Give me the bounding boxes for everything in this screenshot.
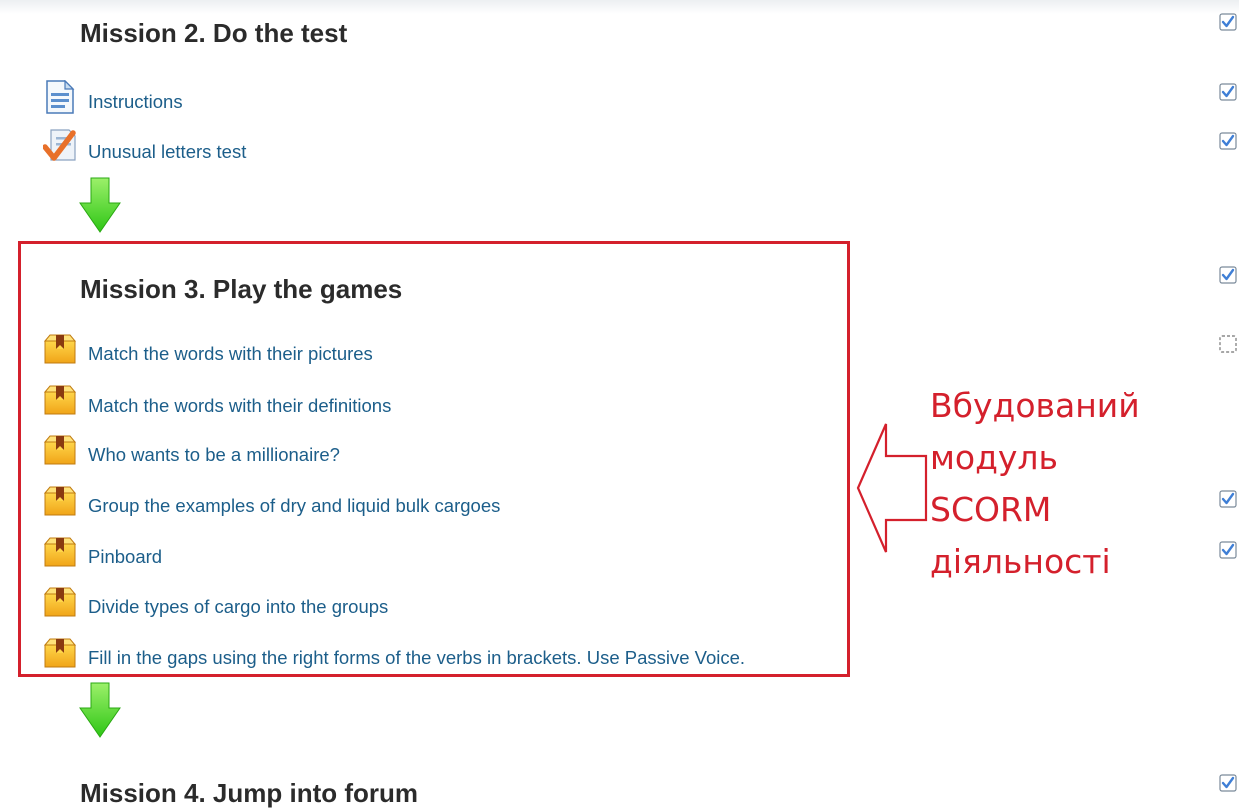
scorm-package-icon[interactable] <box>43 332 77 366</box>
annotation-line: діяльності <box>930 542 1111 581</box>
scorm-package-icon[interactable] <box>43 535 77 569</box>
annotation-line: модуль <box>930 438 1058 477</box>
activity-link-match-definitions[interactable]: Match the words with their definitions <box>88 395 391 417</box>
completion-checkbox-checked[interactable] <box>1218 540 1238 560</box>
activity-link-unusual-letters-test[interactable]: Unusual letters test <box>88 141 246 163</box>
completion-checkbox-checked[interactable] <box>1218 82 1238 102</box>
section-heading-mission-2: Mission 2. Do the test <box>80 18 348 48</box>
scorm-package-icon[interactable] <box>43 484 77 518</box>
scorm-package-icon[interactable] <box>43 636 77 670</box>
activity-link-divide-cargo[interactable]: Divide types of cargo into the groups <box>88 596 388 618</box>
section-heading-mission-4: Mission 4. Jump into forum <box>80 778 419 808</box>
activity-link-pinboard[interactable]: Pinboard <box>88 546 162 568</box>
flow-arrow-down-icon <box>79 682 121 738</box>
scorm-package-icon[interactable] <box>43 585 77 619</box>
completion-checkbox-checked[interactable] <box>1218 131 1238 151</box>
annotation-line: SCORM <box>930 490 1052 529</box>
section-heading-mission-3: Mission 3. Play the games <box>80 274 403 304</box>
top-shade <box>0 0 1239 14</box>
scorm-package-icon[interactable] <box>43 383 77 417</box>
completion-checkbox-empty[interactable] <box>1218 334 1238 354</box>
activity-link-fill-gaps[interactable]: Fill in the gaps using the right forms o… <box>88 647 745 669</box>
flow-arrow-down-icon <box>79 177 121 233</box>
activity-link-match-pictures[interactable]: Match the words with their pictures <box>88 343 373 365</box>
activity-link-millionaire[interactable]: Who wants to be a millionaire? <box>88 444 340 466</box>
quiz-check-icon[interactable] <box>43 129 77 163</box>
annotation-line: Вбудований <box>930 386 1140 425</box>
annotation-arrow-left-icon <box>856 423 928 553</box>
activity-link-group-cargoes[interactable]: Group the examples of dry and liquid bul… <box>88 495 500 517</box>
completion-checkbox-checked[interactable] <box>1218 489 1238 509</box>
scorm-annotation: Вбудований модуль SCORM діяльності <box>930 380 1190 588</box>
activity-link-instructions[interactable]: Instructions <box>88 91 183 113</box>
completion-checkbox-checked[interactable] <box>1218 12 1238 32</box>
completion-checkbox-checked[interactable] <box>1218 773 1238 793</box>
completion-checkbox-checked[interactable] <box>1218 265 1238 285</box>
scorm-package-icon[interactable] <box>43 433 77 467</box>
page-icon[interactable] <box>43 80 77 114</box>
